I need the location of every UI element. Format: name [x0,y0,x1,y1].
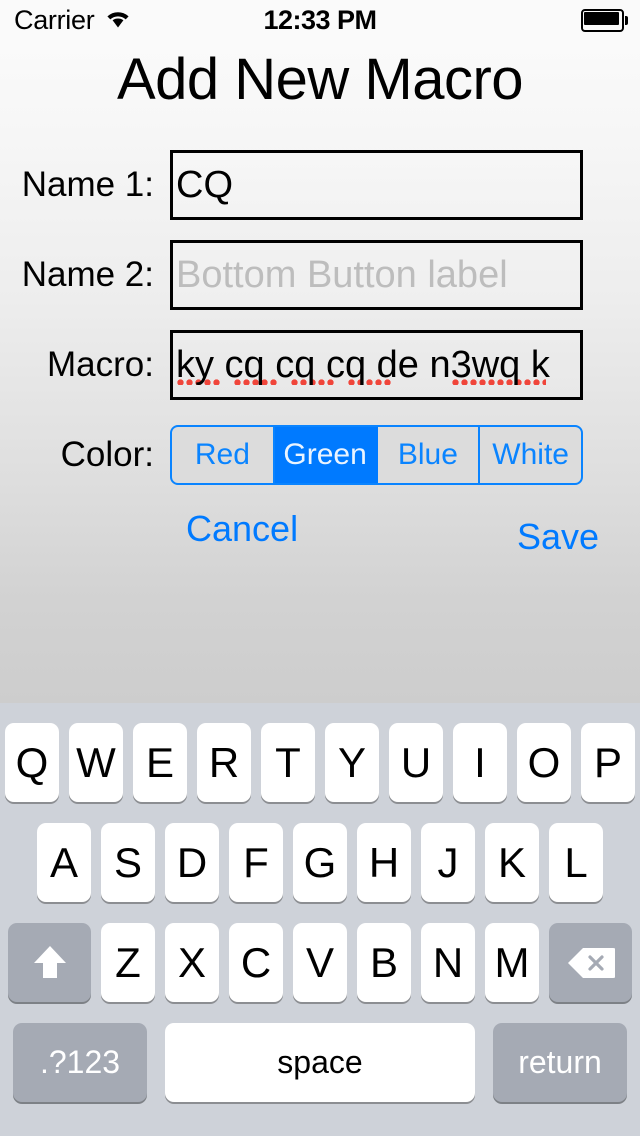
key-a[interactable]: A [37,823,91,902]
macro-input[interactable]: ky cq cq cq de n3wq k [170,330,583,400]
name2-label: Name 2: [21,255,154,294]
form-row-name1: Name 1: CQ [0,140,640,230]
app-screen: Carrier 12:33 PM Add New Macro Name 1: C… [0,0,640,1136]
on-screen-keyboard[interactable]: Q W E R T Y U I O P A S D F G H J K L Z … [0,703,640,1136]
key-o[interactable]: O [517,723,571,802]
save-button[interactable]: Save [517,516,599,558]
key-f[interactable]: F [229,823,283,902]
key-d[interactable]: D [165,823,219,902]
key-k[interactable]: K [485,823,539,902]
key-j[interactable]: J [421,823,475,902]
key-v[interactable]: V [293,923,347,1002]
shift-arrow-icon[interactable] [8,923,91,1002]
key-z[interactable]: Z [101,923,155,1002]
key-p[interactable]: P [581,723,635,802]
key-x[interactable]: X [165,923,219,1002]
form-actions: Cancel Save [0,494,640,564]
color-segmented-control[interactable]: Red Green Blue White [170,425,583,485]
color-segment-blue[interactable]: Blue [378,427,481,483]
key-u[interactable]: U [389,723,443,802]
status-bar: Carrier 12:33 PM [0,0,640,40]
key-t[interactable]: T [261,723,315,802]
color-label: Color: [60,435,154,474]
key-m[interactable]: M [485,923,539,1002]
cancel-button[interactable]: Cancel [186,508,298,550]
keyboard-row-1: Q W E R T Y U I O P [0,723,640,802]
key-i[interactable]: I [453,723,507,802]
space-key[interactable]: space [165,1023,475,1102]
key-q[interactable]: Q [5,723,59,802]
name1-label: Name 1: [21,165,154,204]
key-h[interactable]: H [357,823,411,902]
return-key[interactable]: return [493,1023,627,1102]
macro-value: ky cq cq cq de n3wq k [176,344,550,386]
name2-placeholder: Bottom Button label [176,254,508,296]
key-r[interactable]: R [197,723,251,802]
color-segment-green[interactable]: Green [274,427,378,483]
key-e[interactable]: E [133,723,187,802]
form-row-name2: Name 2: Bottom Button label [0,230,640,320]
color-segment-red[interactable]: Red [172,427,275,483]
keyboard-row-2: A S D F G H J K L [0,823,640,902]
key-y[interactable]: Y [325,723,379,802]
key-c[interactable]: C [229,923,283,1002]
key-l[interactable]: L [549,823,603,902]
key-n[interactable]: N [421,923,475,1002]
key-s[interactable]: S [101,823,155,902]
page-title: Add New Macro [116,46,524,112]
name2-input[interactable]: Bottom Button label [170,240,583,310]
name1-value: CQ [176,164,233,206]
delete-backspace-icon[interactable] [549,923,632,1002]
keyboard-row-4: .?123 space return [0,1023,640,1102]
key-b[interactable]: B [357,923,411,1002]
status-bar-clock: 12:33 PM [263,4,377,35]
name1-input[interactable]: CQ [170,150,583,220]
key-w[interactable]: W [69,723,123,802]
numeric-mode-key[interactable]: .?123 [13,1023,147,1102]
keyboard-row-3: Z X C V B N M [0,923,640,1002]
battery-full-icon [581,9,628,32]
form-row-color: Color: Red Green Blue White [0,410,640,500]
form-row-macro: Macro: ky cq cq cq de n3wq k [0,320,640,410]
macro-label: Macro: [47,345,154,384]
macro-form: Name 1: CQ Name 2: Bottom Button label M… [0,140,640,564]
color-segment-white[interactable]: White [480,427,581,483]
key-g[interactable]: G [293,823,347,902]
